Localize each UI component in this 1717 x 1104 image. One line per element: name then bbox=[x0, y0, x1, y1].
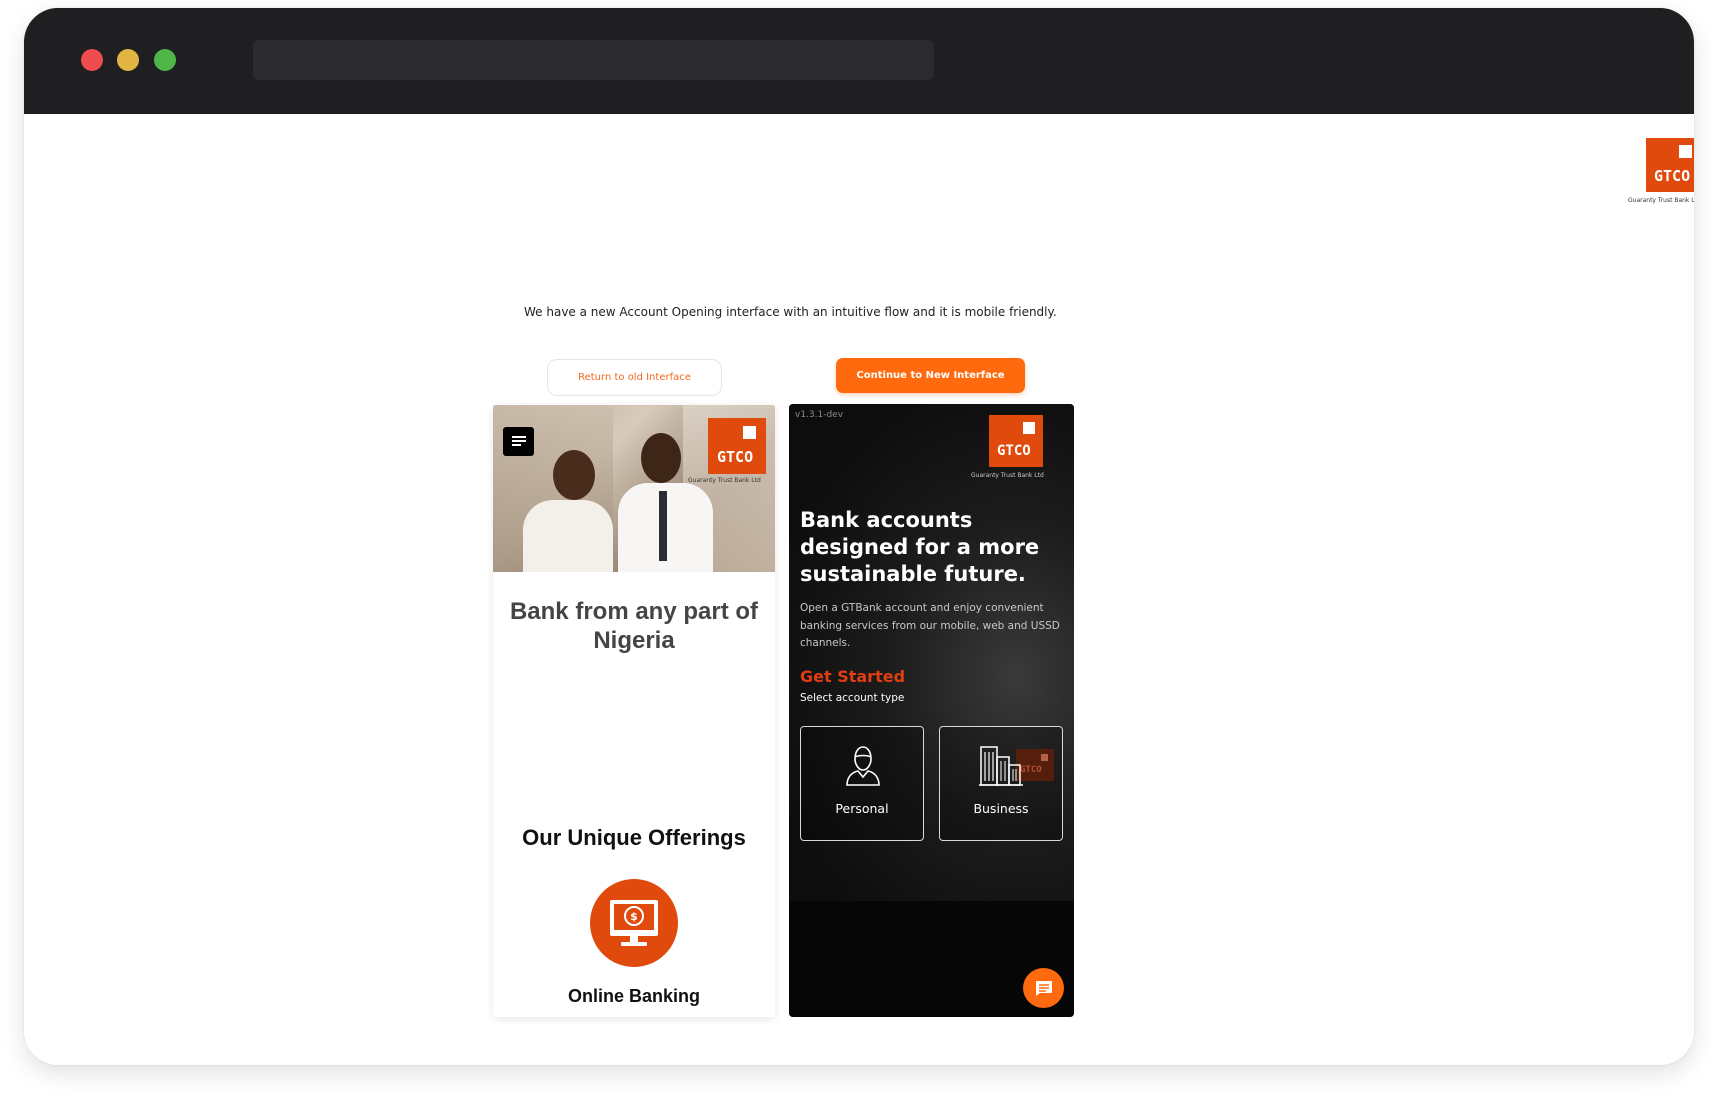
gtco-new-logo: GTCO Guaranty Trust Bank Ltd bbox=[971, 415, 1069, 485]
address-bar[interactable] bbox=[253, 40, 934, 80]
gtco-card-logo: GTCO Guaranty Trust Bank Ltd bbox=[688, 418, 770, 493]
svg-text:$: $ bbox=[630, 910, 638, 923]
new-interface-description: Open a GTBank account and enjoy convenie… bbox=[800, 602, 1060, 649]
get-started-heading: Get Started bbox=[800, 667, 906, 686]
personal-account-option[interactable]: Personal bbox=[800, 726, 924, 841]
close-window-button[interactable] bbox=[81, 49, 103, 71]
personal-label: Personal bbox=[835, 801, 889, 816]
chat-icon bbox=[1036, 981, 1052, 996]
old-interface-preview[interactable]: GTCO Guaranty Trust Bank Ltd Bank from a… bbox=[493, 405, 775, 1017]
business-label: Business bbox=[973, 801, 1029, 816]
online-banking-label: Online Banking bbox=[567, 986, 700, 1006]
chat-button[interactable] bbox=[1023, 968, 1064, 1008]
browser-titlebar bbox=[24, 8, 1694, 114]
new-interface-preview[interactable]: v1.3.1-dev GTCO Guaranty Trust Bank Ltd … bbox=[789, 404, 1074, 1017]
gtco-header-logo[interactable]: GTCO Guaranty Trust Bank Ltd bbox=[1622, 138, 1694, 208]
old-interface-headline: Bank from any part of Nigeria bbox=[509, 598, 759, 654]
minimize-window-button[interactable] bbox=[117, 49, 139, 71]
buildings-icon bbox=[979, 746, 1023, 786]
gtco-logo-subtitle: Guaranty Trust Bank Ltd bbox=[1628, 197, 1694, 204]
offerings-title: Our Unique Offerings bbox=[522, 825, 746, 850]
gtco-logo-mark: GTCO bbox=[1646, 138, 1694, 192]
hamburger-menu-icon[interactable] bbox=[503, 427, 534, 456]
continue-to-new-interface-button[interactable]: Continue to New Interface bbox=[836, 358, 1025, 393]
select-account-type-label: Select account type bbox=[800, 692, 905, 704]
version-label: v1.3.1-dev bbox=[795, 410, 844, 420]
new-interface-headline: Bank accounts designed for a more sustai… bbox=[800, 508, 1040, 586]
hero-photo: GTCO Guaranty Trust Bank Ltd bbox=[493, 405, 775, 572]
business-account-option[interactable]: GTCO Business bbox=[939, 726, 1063, 841]
return-to-old-interface-button[interactable]: Return to old Interface bbox=[547, 359, 722, 396]
person-icon bbox=[846, 746, 880, 786]
page-content: GTCO Guaranty Trust Bank Ltd We have a n… bbox=[24, 114, 1694, 1065]
new-interface-notice: We have a new Account Opening interface … bbox=[524, 305, 1057, 319]
online-banking-monitor-icon: $ bbox=[590, 879, 678, 967]
maximize-window-button[interactable] bbox=[154, 49, 176, 71]
browser-window: GTCO Guaranty Trust Bank Ltd We have a n… bbox=[24, 8, 1694, 1065]
